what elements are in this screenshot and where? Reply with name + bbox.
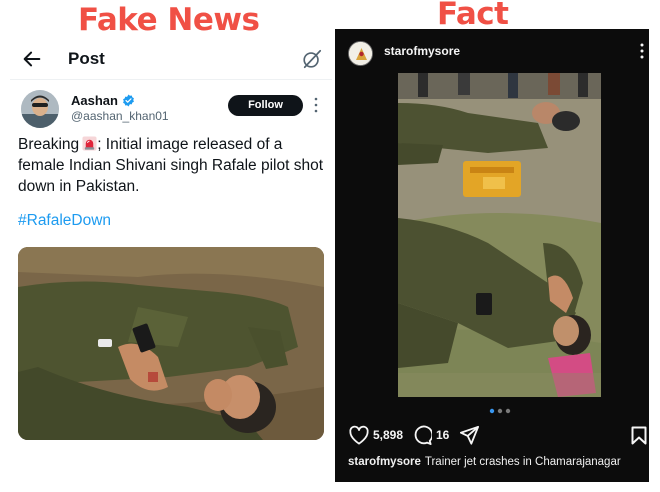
- ig-post-image[interactable]: [398, 73, 601, 397]
- share-icon[interactable]: [459, 425, 480, 445]
- post-text: Breaking; Initial image released of a fe…: [18, 134, 330, 197]
- comments-count[interactable]: 16: [436, 428, 449, 442]
- ig-action-bar: 5,898 16: [348, 425, 648, 447]
- ig-username[interactable]: starofmysore: [384, 44, 460, 58]
- comparison-image: Fake News Fact Post Aashan @aashan_khan0…: [0, 0, 660, 492]
- instagram-post-screenshot: starofmysore 5,898 16 starofmysore Train…: [335, 29, 649, 482]
- post-text-lead: Breaking: [18, 136, 80, 153]
- bookmark-icon[interactable]: [631, 426, 647, 445]
- ig-avatar[interactable]: [348, 41, 373, 66]
- more-options-icon[interactable]: [312, 96, 320, 114]
- x-post-screenshot: Post Aashan @aashan_khan01 Follow Breaki…: [10, 40, 332, 450]
- likes-count[interactable]: 5,898: [373, 428, 403, 442]
- heart-icon[interactable]: [348, 425, 370, 445]
- fact-label: Fact: [437, 0, 509, 32]
- author-handle[interactable]: @aashan_khan01: [71, 109, 169, 123]
- grok-icon[interactable]: [301, 48, 323, 70]
- verified-badge-icon: [123, 94, 134, 107]
- follow-button[interactable]: Follow: [228, 95, 303, 116]
- fake-news-label: Fake News: [78, 2, 260, 38]
- more-options-icon[interactable]: [639, 42, 645, 60]
- caption-username[interactable]: starofmysore: [348, 456, 421, 468]
- author-name[interactable]: Aashan: [71, 93, 118, 108]
- caption-text: Trainer jet crashes in Chamarajanagar: [424, 456, 621, 468]
- hashtag-link[interactable]: #RafaleDown: [18, 212, 111, 230]
- page-title: Post: [68, 49, 105, 68]
- ig-caption: starofmysore Trainer jet crashes in Chama…: [348, 456, 621, 468]
- post-header: Post: [10, 40, 332, 80]
- author-avatar[interactable]: [21, 90, 59, 128]
- post-image[interactable]: [18, 247, 324, 440]
- carousel-dots: [489, 408, 511, 414]
- back-arrow-icon[interactable]: [21, 48, 43, 70]
- siren-icon: [82, 136, 97, 151]
- comment-icon[interactable]: [412, 425, 432, 445]
